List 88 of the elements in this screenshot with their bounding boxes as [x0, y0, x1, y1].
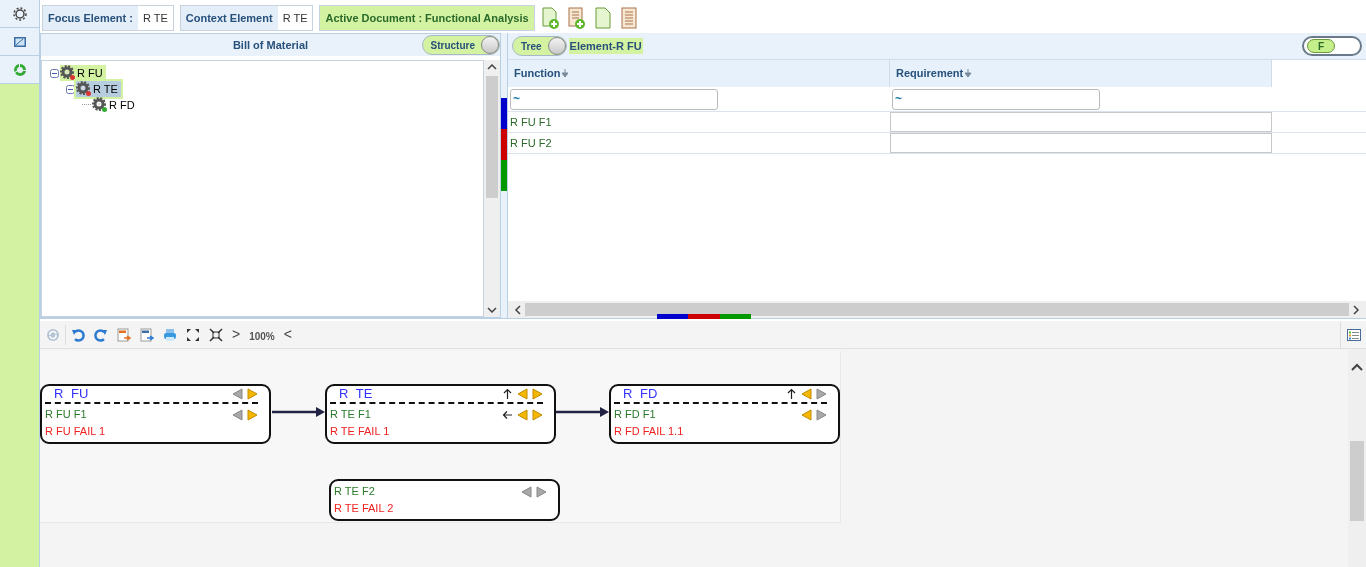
right-arrow-icon[interactable]: [816, 409, 827, 421]
connector-arrow: [272, 407, 325, 417]
sidebar-button[interactable]: [0, 56, 39, 84]
zoom-level: 100%: [249, 329, 275, 344]
undo-icon[interactable]: [71, 327, 85, 342]
right-arrow-icon[interactable]: [536, 486, 547, 498]
diagram-node[interactable]: R TE R TE F1 R TE FAIL 1: [325, 384, 556, 444]
sort-icon[interactable]: [964, 69, 973, 78]
right-arrow-icon[interactable]: [816, 388, 827, 400]
function-label: R FD F1: [614, 407, 657, 422]
back-arrow-icon[interactable]: [502, 409, 513, 421]
toggle-switch[interactable]: Structure: [421, 35, 500, 55]
table-cell-text: R FU F2: [509, 135, 553, 151]
tree-item[interactable]: R FD: [92, 96, 138, 114]
failure-label: R FD FAIL 1.1: [614, 424, 684, 439]
tree-item[interactable]: R TE: [76, 80, 121, 98]
up-arrow-icon[interactable]: [786, 388, 797, 400]
scroll-up-icon[interactable]: [487, 64, 497, 70]
field-label: Focus Element :: [43, 6, 138, 30]
function-label: R FU F1: [45, 407, 88, 422]
sidebar-button[interactable]: [0, 28, 39, 56]
print-icon[interactable]: [163, 327, 177, 342]
requirement-field[interactable]: [890, 133, 1272, 153]
column-header[interactable]: Function: [508, 60, 890, 87]
previous-button[interactable]: <: [283, 324, 292, 345]
panel-title: Bill of Material: [232, 37, 309, 53]
left-arrow-icon[interactable]: [232, 409, 243, 421]
add-document-icon[interactable]: [540, 7, 561, 29]
scroll-right-icon[interactable]: [1353, 304, 1360, 315]
failure-label: R FU FAIL 1: [45, 424, 106, 439]
gear-icon: [60, 65, 76, 81]
active-document-label: Active Document : Functional Analysis: [319, 5, 535, 31]
list-icon[interactable]: [618, 7, 639, 29]
add-list-icon[interactable]: [566, 7, 587, 29]
function-label: R TE F2: [334, 484, 376, 499]
node-title: R TE: [339, 385, 373, 404]
scroll-left-icon[interactable]: [514, 304, 521, 315]
table-cell-text: R FU F1: [509, 114, 553, 130]
export-icon[interactable]: [140, 327, 154, 342]
failure-label: R TE FAIL 2: [334, 501, 394, 516]
right-arrow-icon[interactable]: [532, 388, 543, 400]
left-arrow-icon[interactable]: [801, 409, 812, 421]
diagram-node[interactable]: R FU R FU F1 R FU FAIL 1: [40, 384, 271, 444]
diagram-node[interactable]: R TE F2 R TE FAIL 2: [329, 479, 560, 521]
element-label: Element-R FU: [568, 37, 643, 55]
cycle-icon: [12, 62, 27, 77]
scroll-down-icon[interactable]: [487, 307, 497, 313]
diagram-node[interactable]: R FD R FD F1 R FD FAIL 1.1: [609, 384, 840, 444]
scroll-thumb[interactable]: [486, 76, 498, 198]
document-icon[interactable]: [592, 7, 613, 29]
gear-icon: [12, 6, 27, 21]
tree-item[interactable]: R FU: [60, 64, 106, 82]
collapse-icon[interactable]: [50, 68, 59, 78]
scroll-up-icon[interactable]: [1351, 363, 1363, 371]
filter-toggle[interactable]: F: [1302, 36, 1362, 56]
left-arrow-icon[interactable]: [521, 486, 532, 498]
toggle-switch[interactable]: Tree: [512, 36, 567, 56]
left-arrow-icon[interactable]: [232, 388, 243, 400]
field-label: Context Element: [180, 6, 278, 30]
monitor-icon: [12, 34, 27, 49]
failure-label: R TE FAIL 1: [330, 424, 390, 439]
export-icon[interactable]: [117, 327, 131, 342]
scroll-thumb[interactable]: [1350, 441, 1364, 521]
function-label: R TE F1: [330, 407, 372, 422]
sidebar-button[interactable]: [0, 0, 39, 28]
scrollbar[interactable]: [1348, 349, 1366, 567]
next-button[interactable]: >: [232, 324, 241, 345]
redo-icon[interactable]: [94, 327, 108, 342]
gear-icon: [92, 97, 108, 113]
requirement-field[interactable]: [890, 112, 1272, 132]
node-title: R FU: [54, 385, 89, 404]
legend-icon[interactable]: [1346, 328, 1361, 341]
scrollbar[interactable]: [484, 60, 500, 317]
up-arrow-icon[interactable]: [502, 388, 513, 400]
column-header[interactable]: Requirement: [890, 60, 1272, 87]
filter-field[interactable]: ~: [892, 88, 1100, 110]
horizontal-scrollbar[interactable]: [508, 301, 1366, 318]
right-arrow-icon[interactable]: [247, 388, 258, 400]
sort-icon[interactable]: [561, 69, 570, 78]
gear-icon: [76, 81, 92, 97]
filter-field[interactable]: ~: [510, 88, 718, 110]
right-arrow-icon[interactable]: [532, 409, 543, 421]
right-arrow-icon[interactable]: [247, 409, 258, 421]
connector-arrow: [555, 407, 609, 417]
node-title: R FD: [623, 385, 658, 404]
expand-icon[interactable]: [186, 327, 200, 342]
fit-icon[interactable]: [209, 327, 223, 342]
scroll-thumb[interactable]: [525, 303, 1349, 316]
